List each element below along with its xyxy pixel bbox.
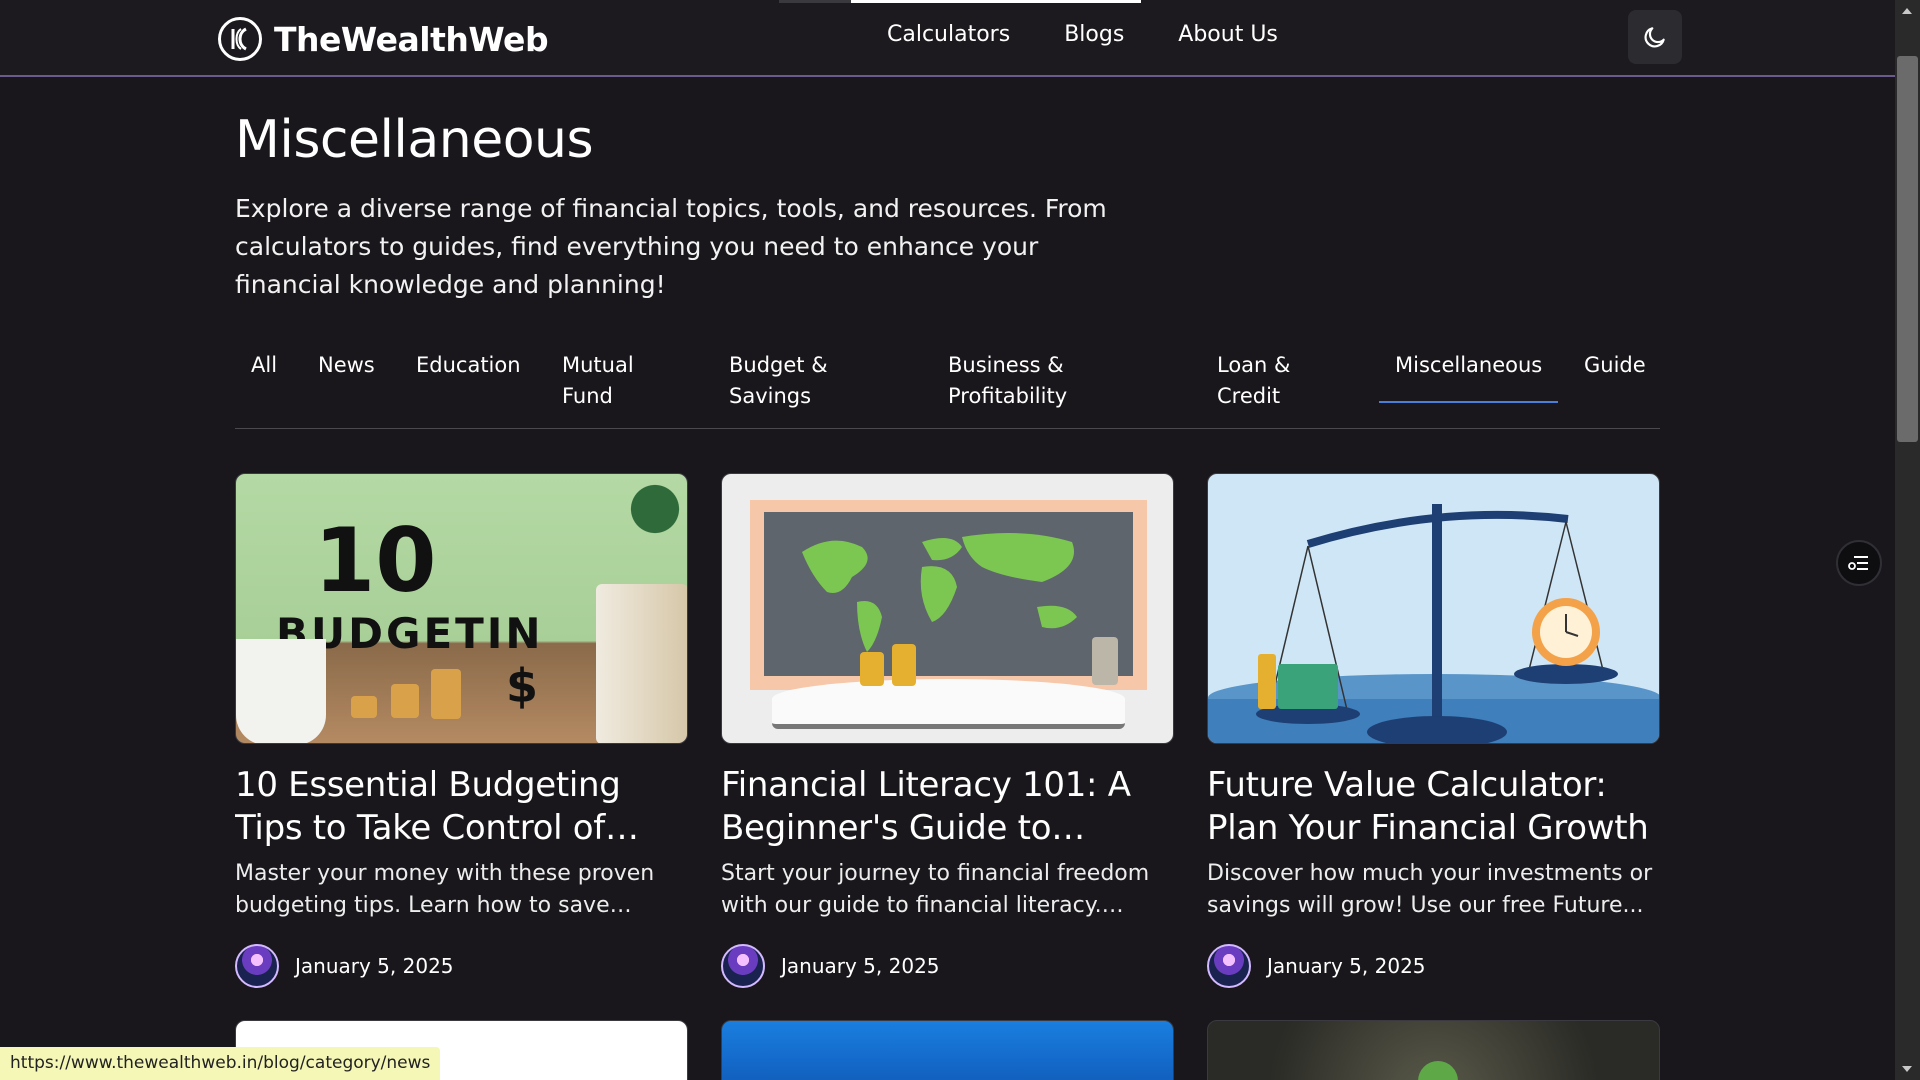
tab-loan-credit[interactable]: Loan & Credit [1217,350,1327,412]
card-description: Discover how much your investments or sa… [1207,861,1653,918]
balance-scale-icon [1256,504,1618,743]
card-description: Start your journey to financial freedom … [721,861,1150,918]
card-title[interactable]: Financial Literacy 101: A Beginner's Gui… [721,764,1174,850]
page-description: Explore a diverse range of financial top… [235,194,1107,299]
card-image-financial-literacy[interactable] [721,473,1174,744]
card-date: January 5, 2025 [295,954,454,978]
nav-blogs[interactable]: Blogs [1064,22,1124,47]
main-content: Miscellaneous Explore a diverse range of… [235,110,1660,1080]
tab-news[interactable]: News [318,350,375,381]
scroll-up-icon[interactable] [1902,8,1912,14]
brand-link[interactable]: TheWealthWeb [218,17,549,61]
blog-card[interactable]: Financial Literacy 101: A Beginner's Gui… [721,473,1174,988]
reading-progress-bar [779,0,1141,3]
scroll-down-icon[interactable] [1902,1066,1912,1072]
card-title[interactable]: Future Value Calculator: Plan Your Finan… [1207,764,1660,850]
nav-about-us[interactable]: About Us [1178,22,1278,47]
brand-logo-icon [218,17,262,61]
card-image-future-value[interactable] [1207,473,1660,744]
page-title: Miscellaneous [235,110,594,170]
blog-card-image[interactable] [1207,1020,1660,1080]
tabs-divider [235,428,1660,429]
card-image-budgeting[interactable]: 10 BUDGETIN $ [235,473,688,744]
main-nav: Calculators Blogs About Us [887,22,1278,47]
blog-card-image[interactable] [721,1020,1174,1080]
tab-mutual-fund[interactable]: Mutual Fund [562,350,672,412]
page-scrollbar[interactable] [1895,0,1920,1080]
card-meta: January 5, 2025 [235,944,688,988]
tab-business-profitability[interactable]: Business & Profitability [948,350,1098,412]
top-navbar: TheWealthWeb Calculators Blogs About Us [0,0,1895,77]
status-bar-url: https://www.thewealthweb.in/blog/categor… [0,1047,441,1080]
card-description: Master your money with these proven budg… [235,861,655,918]
brand-name: TheWealthWeb [274,19,549,59]
card-meta: January 5, 2025 [1207,944,1660,988]
card-title[interactable]: 10 Essential Budgeting Tips to Take Cont… [235,764,688,850]
tab-education[interactable]: Education [416,350,521,381]
tab-guide[interactable]: Guide [1584,350,1646,381]
author-avatar [721,944,765,988]
blog-card[interactable]: 10 BUDGETIN $ 10 Essential Budgeting Tip… [235,473,688,988]
tab-all[interactable]: All [251,350,277,381]
tab-budget-savings[interactable]: Budget & Savings [729,350,859,412]
nav-calculators[interactable]: Calculators [887,22,1010,47]
theme-toggle-button[interactable] [1628,10,1682,64]
card-date: January 5, 2025 [1267,954,1426,978]
card-meta: January 5, 2025 [721,944,1174,988]
world-map-icon [802,533,1077,652]
table-of-contents-button[interactable] [1836,540,1882,586]
tab-miscellaneous[interactable]: Miscellaneous [1378,350,1559,403]
list-filter-icon [1848,556,1868,570]
blog-card[interactable]: Future Value Calculator: Plan Your Finan… [1207,473,1660,988]
author-avatar [1207,944,1251,988]
scrollbar-thumb[interactable] [1897,56,1918,442]
card-date: January 5, 2025 [781,954,940,978]
moon-icon [1644,27,1665,48]
author-avatar [235,944,279,988]
